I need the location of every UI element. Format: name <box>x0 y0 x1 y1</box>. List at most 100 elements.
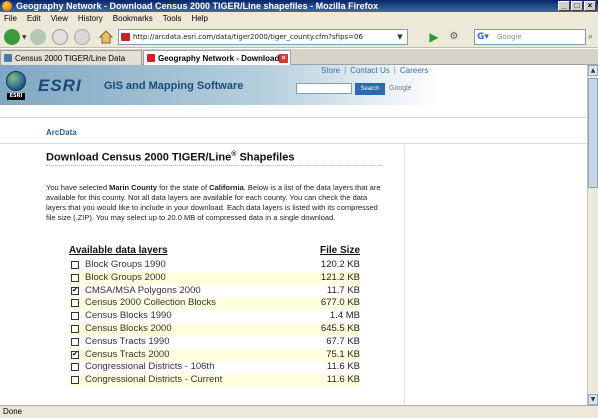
table-row: Census Blocks 2000 645.5 KB <box>69 322 360 336</box>
esri-tagline: GIS and Mapping Software <box>104 80 244 92</box>
google-engine-icon[interactable]: G▾ <box>477 31 493 43</box>
address-bar[interactable]: http://arcdata.esri.com/data/tiger2000/t… <box>118 29 408 45</box>
close-icon[interactable]: × <box>584 1 596 11</box>
menu-edit[interactable]: Edit <box>27 12 41 26</box>
layer-size: 120.2 KB <box>320 259 360 270</box>
county-name: Marin County <box>109 183 158 192</box>
tab-geography-network[interactable]: Geography Network - Download ... × <box>143 50 291 65</box>
site-search-input[interactable] <box>296 83 352 94</box>
section-divider <box>0 143 587 144</box>
state-name: California <box>209 183 244 192</box>
layer-size: 11.6 KB <box>326 374 360 386</box>
google-label: Google <box>389 85 412 92</box>
layer-name: Census Blocks 1990 <box>85 310 172 322</box>
link-store[interactable]: Store <box>321 66 340 75</box>
menu-bookmarks[interactable]: Bookmarks <box>113 12 153 26</box>
status-bar: Done <box>0 405 598 418</box>
minimize-icon[interactable]: _ <box>558 1 570 11</box>
reload-icon[interactable] <box>52 29 68 45</box>
tab-label: Geography Network - Download ... <box>158 54 289 63</box>
layer-checkbox[interactable] <box>71 312 79 321</box>
vertical-scrollbar[interactable]: ▲ ▼ <box>587 65 598 405</box>
layer-size: 121.2 KB <box>320 271 360 283</box>
navigation-toolbar: ▼ http://arcdata.esri.com/data/tiger2000… <box>0 26 598 48</box>
top-links: Store | Contact Us | Careers <box>319 66 430 75</box>
table-row: ✔ Census Tracts 2000 75.1 KB <box>69 348 360 362</box>
table-row: Congressional Districts - Current 11.6 K… <box>69 374 360 387</box>
layer-name: Census Blocks 2000 <box>85 322 172 334</box>
forward-arrow-icon[interactable] <box>30 29 46 45</box>
layer-name: Block Groups 1990 <box>85 259 166 270</box>
layer-checkbox[interactable] <box>71 324 79 333</box>
link-contact-us[interactable]: Contact Us <box>350 66 390 75</box>
data-layers-table: Available data layers File Size Block Gr… <box>69 245 360 387</box>
site-favicon-icon <box>121 33 130 41</box>
globe-label: ESRI <box>7 93 25 100</box>
tab-favicon-icon <box>4 54 12 62</box>
maximize-icon[interactable]: □ <box>571 1 583 11</box>
title-divider <box>46 165 382 166</box>
table-row: Block Groups 1990 120.2 KB <box>69 259 360 272</box>
search-button[interactable]: Search <box>355 83 385 95</box>
back-arrow-icon[interactable] <box>4 29 20 45</box>
table-row: Block Groups 2000 121.2 KB <box>69 271 360 285</box>
layer-checkbox[interactable] <box>71 376 79 385</box>
scroll-up-icon[interactable]: ▲ <box>588 65 598 76</box>
header-divider <box>0 117 587 118</box>
firefox-icon <box>2 1 12 11</box>
tab-favicon-icon <box>147 54 155 62</box>
scroll-down-icon[interactable]: ▼ <box>588 394 598 405</box>
go-arrow-icon[interactable]: ▶ <box>427 30 441 44</box>
search-magnifier-icon[interactable]: ⌕ <box>588 31 597 43</box>
tab-census-tiger[interactable]: Census 2000 TIGER/Line Data <box>0 50 142 65</box>
link-separator: | <box>344 66 347 75</box>
url-dropdown-icon[interactable]: ▼ <box>394 31 406 43</box>
column-file-size: File Size <box>319 245 360 256</box>
menu-file[interactable]: File <box>4 12 17 26</box>
section-arcdata[interactable]: ArcData <box>46 128 77 137</box>
address-url: http://arcdata.esri.com/data/tiger2000/t… <box>133 33 363 41</box>
layer-name: Congressional Districts - Current <box>85 374 223 386</box>
intro-paragraph: You have selected Marin County for the s… <box>46 183 382 223</box>
table-row: Census 2000 Collection Blocks 677.0 KB <box>69 297 360 311</box>
esri-logo[interactable]: ESRI <box>38 76 82 96</box>
page-title: Download Census 2000 TIGER/Line® Shapefi… <box>46 151 294 164</box>
table-header: Available data layers File Size <box>69 245 360 259</box>
page-title-tail: Shapefiles <box>236 151 295 164</box>
layer-checkbox[interactable] <box>71 337 79 346</box>
menu-help[interactable]: Help <box>191 12 207 26</box>
intro-text-2: for the state of <box>157 183 210 192</box>
menu-bar: File Edit View History Bookmarks Tools H… <box>0 12 598 26</box>
column-available-layers: Available data layers <box>69 245 168 256</box>
history-dropdown-icon[interactable]: ▼ <box>22 34 28 41</box>
layer-checkbox[interactable] <box>71 273 79 282</box>
layer-name: Congressional Districts - 106th <box>85 361 215 373</box>
menu-tools[interactable]: Tools <box>163 12 182 26</box>
search-placeholder: Google <box>497 33 522 41</box>
table-row: Congressional Districts - 106th 11.6 KB <box>69 361 360 374</box>
layer-checkbox[interactable]: ✔ <box>71 286 79 295</box>
page-title-text: Download Census 2000 TIGER/Line <box>46 151 232 164</box>
layer-checkbox[interactable] <box>71 261 79 269</box>
home-icon[interactable] <box>98 29 114 45</box>
layer-name: CMSA/MSA Polygons 2000 <box>85 284 201 296</box>
layer-size: 677.0 KB <box>320 297 360 309</box>
extension-icon[interactable]: ⚙ <box>447 30 461 44</box>
window-title: Geography Network - Download Census 2000… <box>16 1 379 11</box>
table-row: Census Blocks 1990 1.4 MB <box>69 310 360 323</box>
tab-close-icon[interactable]: × <box>279 54 288 63</box>
link-careers[interactable]: Careers <box>400 66 428 75</box>
layer-checkbox[interactable] <box>71 299 79 308</box>
tab-bar: Census 2000 TIGER/Line Data Geography Ne… <box>0 49 598 65</box>
layer-checkbox[interactable] <box>71 363 79 372</box>
table-row: ✔ CMSA/MSA Polygons 2000 11.7 KB <box>69 285 360 298</box>
stop-icon[interactable] <box>74 29 90 45</box>
globe-icon[interactable] <box>6 71 26 91</box>
menu-history[interactable]: History <box>78 12 103 26</box>
menu-view[interactable]: View <box>51 12 68 26</box>
layer-checkbox[interactable]: ✔ <box>71 350 79 359</box>
esri-header: ESRI ESRI GIS and Mapping Software Store… <box>0 65 587 105</box>
search-engine-box[interactable]: G▾ Google <box>474 29 586 45</box>
scroll-thumb[interactable] <box>588 78 598 188</box>
window-controls: _ □ × <box>558 1 596 11</box>
